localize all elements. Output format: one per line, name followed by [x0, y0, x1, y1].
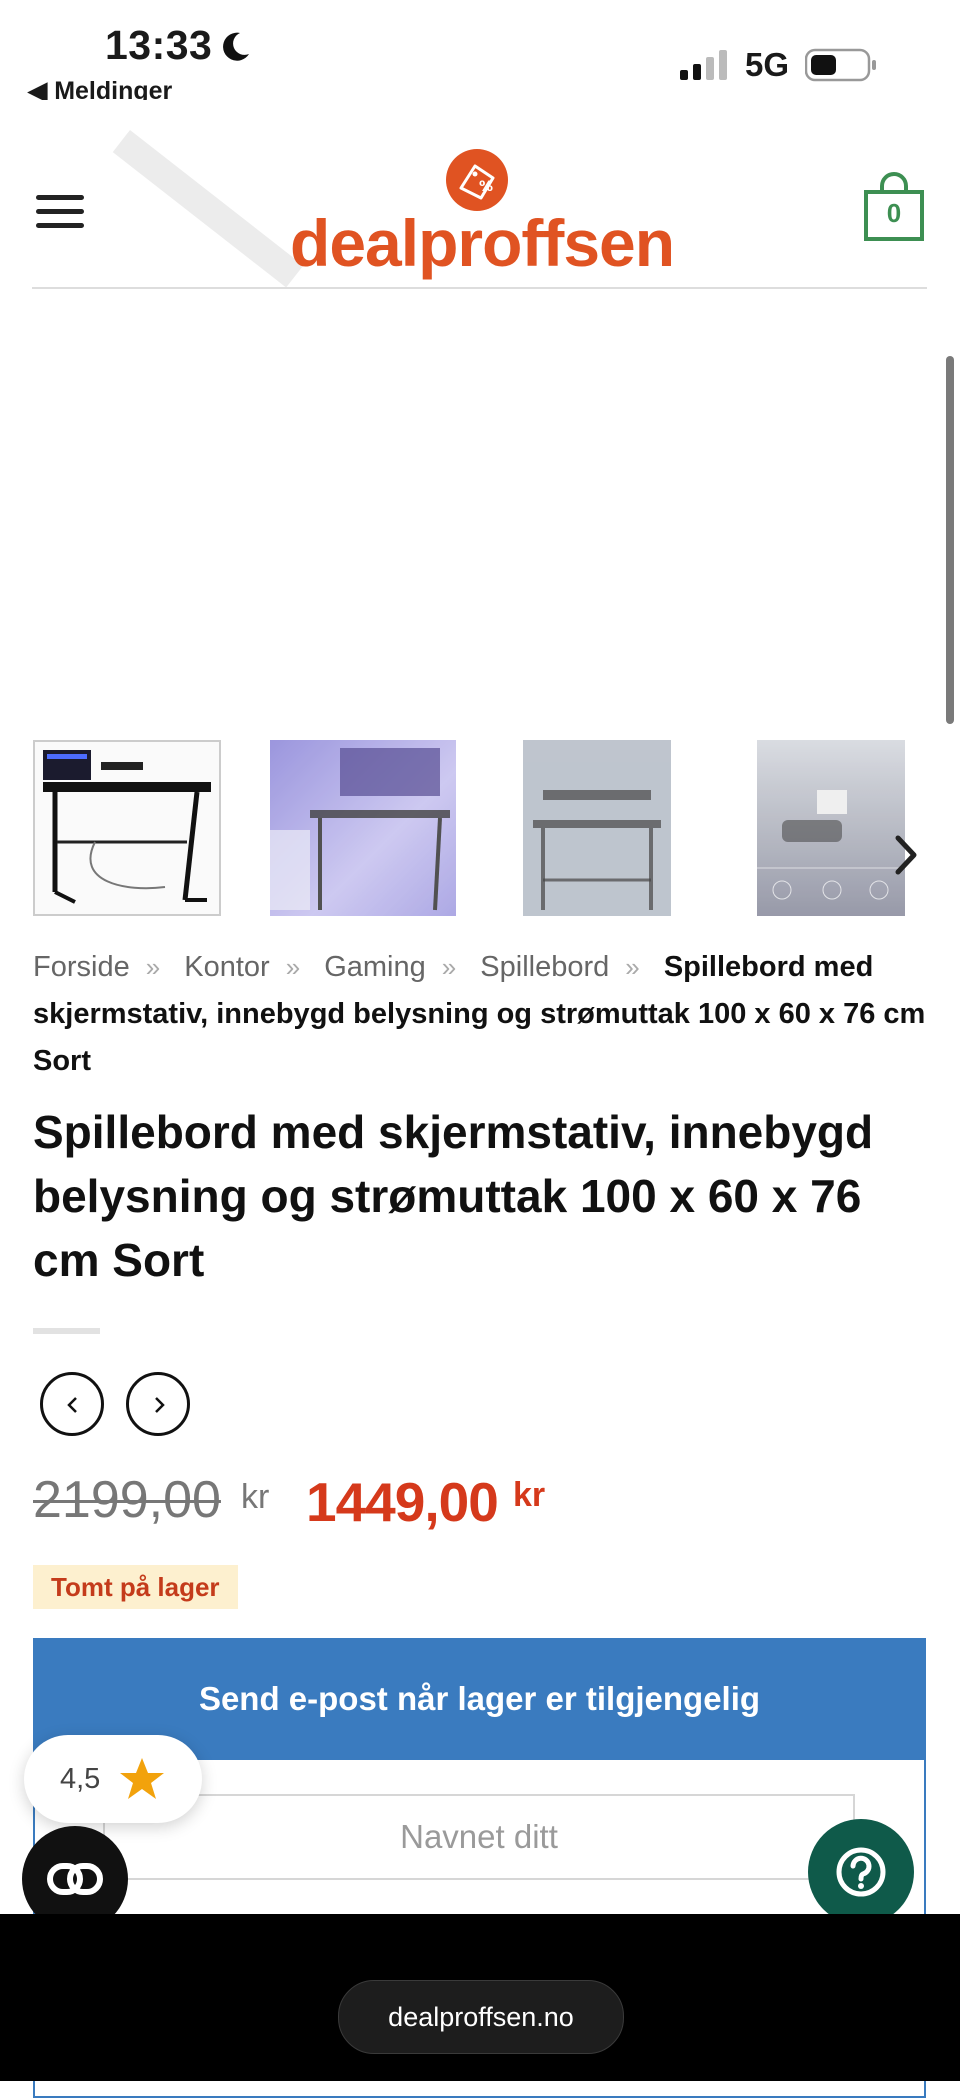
- breadcrumb: Forside» Kontor» Gaming» Spillebord» Spi…: [33, 951, 926, 1077]
- title-divider: [33, 1328, 100, 1334]
- breadcrumb-link-kontor[interactable]: Kontor: [184, 951, 269, 983]
- thumbnail-next-icon[interactable]: [890, 830, 920, 880]
- product-thumbnail-1[interactable]: [33, 740, 221, 916]
- desk-lifestyle-image: [270, 748, 450, 911]
- star-icon: [120, 1758, 164, 1799]
- help-button[interactable]: [808, 1819, 914, 1925]
- scrollbar[interactable]: [946, 356, 954, 724]
- charging-feature-image: [757, 790, 905, 900]
- sale-price: 1449,00: [306, 1471, 499, 1533]
- original-price: 2199,00: [33, 1471, 221, 1529]
- previous-product-button[interactable]: [40, 1372, 104, 1436]
- chevron-left-icon: [67, 1397, 77, 1413]
- question-mark-icon: [836, 1847, 886, 1897]
- network-label: 5G: [745, 46, 790, 83]
- menu-icon[interactable]: [36, 195, 84, 229]
- next-product-button[interactable]: [126, 1372, 190, 1436]
- rating-value: 4,5: [60, 1763, 101, 1795]
- rating-widget[interactable]: 4,5: [24, 1735, 202, 1823]
- header-divider: [32, 287, 927, 289]
- logo-tag-icon: %: [446, 149, 508, 211]
- moon-icon: [223, 32, 249, 61]
- cart-count: 0: [886, 198, 902, 228]
- status-time: 13:33: [105, 22, 213, 68]
- breadcrumb-link-gaming[interactable]: Gaming: [324, 951, 426, 983]
- desk-image: [43, 750, 211, 904]
- sale-price-currency: kr: [513, 1476, 546, 1514]
- site-logo[interactable]: dealproffsen: [290, 205, 675, 281]
- desk-dimensions-image: [533, 790, 661, 910]
- svg-text:%: %: [479, 179, 493, 195]
- breadcrumb-link-spillebord[interactable]: Spillebord: [480, 951, 609, 983]
- product-thumbnail-3[interactable]: [523, 740, 671, 916]
- original-price-currency: kr: [241, 1478, 270, 1516]
- battery-icon: [805, 48, 876, 82]
- browser-url-bar[interactable]: dealproffsen.no: [338, 1980, 624, 2054]
- name-input[interactable]: Navnet ditt: [103, 1794, 855, 1880]
- chevron-right-icon: [155, 1397, 165, 1413]
- product-thumbnail-4[interactable]: [757, 740, 905, 916]
- signal-icon: [680, 50, 727, 80]
- product-title: Spillebord med skjermstativ, innebygd be…: [33, 1106, 874, 1286]
- stock-status-badge: Tomt på lager: [33, 1565, 238, 1609]
- product-thumbnail-2[interactable]: [270, 740, 456, 916]
- breadcrumb-link-forside[interactable]: Forside: [33, 951, 130, 983]
